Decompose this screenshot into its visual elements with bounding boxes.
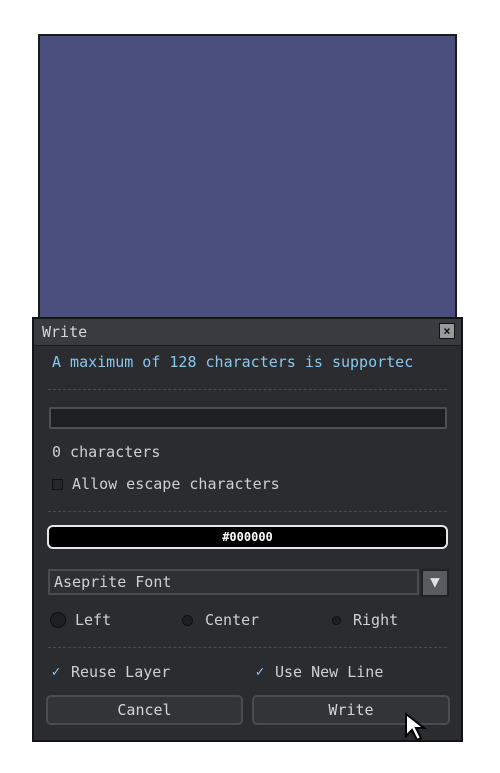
max-chars-info: A maximum of 128 characters is supportec [52,353,414,371]
align-right-label: Right [353,611,399,629]
reuse-layer-row[interactable]: ✓ Reuse Layer [50,663,171,681]
write-dialog: Write × A maximum of 128 characters is s… [32,317,463,742]
check-icon[interactable]: ✓ [254,664,266,680]
close-icon[interactable]: × [439,323,455,339]
char-count: 0 characters [52,443,161,461]
text-input[interactable] [49,407,447,429]
align-left-radio[interactable]: Left [50,611,111,629]
reuse-label: Reuse Layer [71,663,171,681]
separator [48,511,447,512]
cursor-icon [405,712,427,742]
radio-center-icon[interactable] [182,614,193,626]
escape-checkbox-row[interactable]: Allow escape characters [52,475,280,493]
escape-checkbox[interactable] [52,478,63,490]
separator [48,647,447,648]
new-line-row[interactable]: ✓ Use New Line [254,663,384,681]
escape-label: Allow escape characters [72,475,280,493]
separator [48,389,447,390]
radio-right-icon[interactable] [332,615,341,625]
canvas-area[interactable] [38,34,457,319]
align-center-label: Center [205,611,260,629]
newline-label: Use New Line [275,663,384,681]
color-button[interactable]: #000000 [47,525,448,549]
dialog-title: Write [42,323,88,341]
radio-left-icon[interactable] [50,612,66,628]
align-center-radio[interactable]: Center [182,611,259,629]
check-icon[interactable]: ✓ [50,664,62,680]
dialog-titlebar[interactable]: Write × [34,319,461,346]
font-dropdown[interactable]: Aseprite Font [48,569,419,595]
align-left-label: Left [75,611,112,629]
chevron-down-icon[interactable]: ▼ [421,569,449,597]
cancel-button[interactable]: Cancel [46,695,243,725]
align-right-radio[interactable]: Right [332,611,398,629]
